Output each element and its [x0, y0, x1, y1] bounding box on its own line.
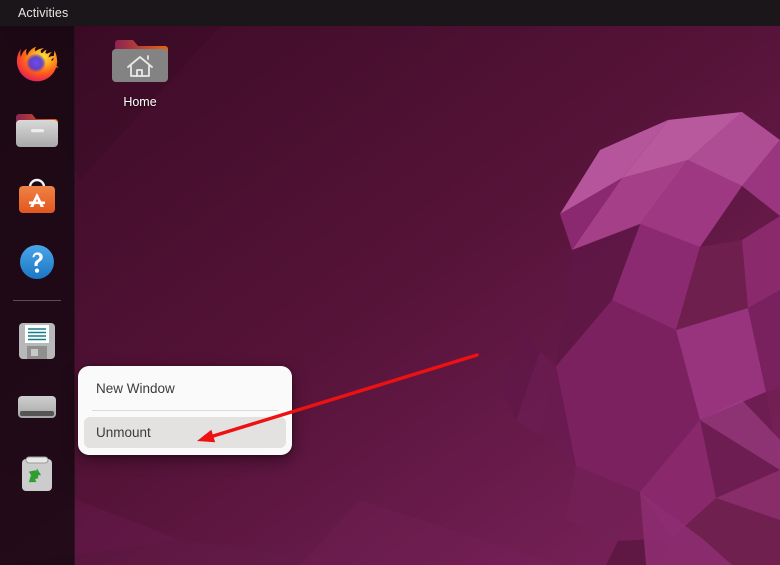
- ubuntu-software-icon: [19, 178, 55, 213]
- help-icon: [20, 245, 54, 279]
- context-menu: New Window Unmount: [78, 366, 292, 455]
- dock-item-trash[interactable]: [13, 449, 61, 497]
- dock-item-ubuntu-software[interactable]: [13, 172, 61, 220]
- dock-item-media-volume[interactable]: [13, 317, 61, 365]
- trash-icon: [22, 456, 52, 491]
- floppy-media-icon: [19, 323, 55, 359]
- desktop-screen: Activities Home New Window Unmount: [0, 0, 780, 565]
- menu-item-new-window[interactable]: New Window: [84, 373, 286, 404]
- firefox-icon: [16, 46, 59, 82]
- dock-item-firefox[interactable]: [13, 40, 61, 88]
- files-folder-icon: [16, 114, 58, 147]
- dock-item-removable-drive[interactable]: [13, 383, 61, 431]
- dock-item-help[interactable]: [13, 238, 61, 286]
- top-bar: Activities: [0, 0, 780, 26]
- menu-separator: [92, 410, 278, 411]
- activities-button[interactable]: Activities: [9, 3, 77, 24]
- home-folder-icon: [112, 40, 168, 82]
- removable-drive-icon: [18, 396, 56, 418]
- dock: [0, 26, 75, 565]
- dock-item-files[interactable]: [13, 106, 61, 154]
- menu-item-unmount[interactable]: Unmount: [84, 417, 286, 448]
- desktop-icon-home[interactable]: Home: [104, 32, 176, 109]
- dock-separator: [13, 300, 61, 301]
- desktop-icon-label: Home: [123, 95, 157, 109]
